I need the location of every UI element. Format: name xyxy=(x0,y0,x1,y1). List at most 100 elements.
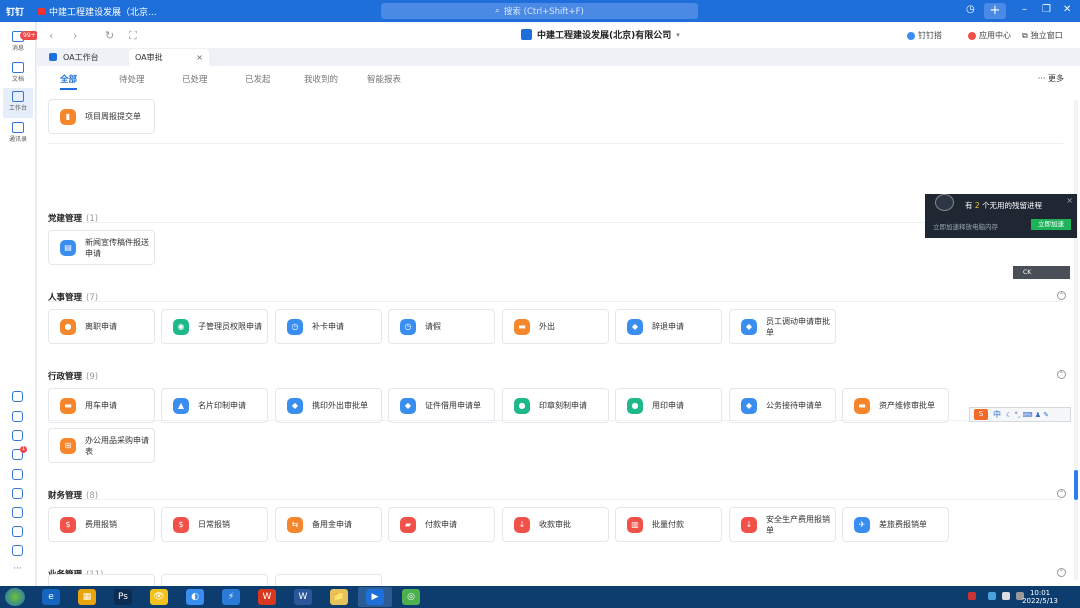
approval-card[interactable]: ◆ 公务接待申请单 xyxy=(729,388,836,423)
ime-tool-icons[interactable]: ☾ °, ⌨ ♟ ✎ xyxy=(1006,411,1049,419)
close-window-icon[interactable]: ✕ xyxy=(1063,4,1071,15)
taskbar-app[interactable]: ▶ xyxy=(358,587,392,607)
ime-toolbar[interactable]: S 中 ☾ °, ⌨ ♟ ✎ xyxy=(969,407,1071,422)
taskbar-app[interactable]: ◎ xyxy=(394,587,428,607)
accelerate-button[interactable]: 立即加速 xyxy=(1031,219,1071,230)
sidebar-item-workbench[interactable]: 工作台 xyxy=(3,88,33,118)
app-center-link[interactable]: 应用中心 xyxy=(968,30,1011,41)
sidebar-item-contacts[interactable]: 通讯录 xyxy=(3,119,33,149)
approval-card-label: 新闻宣传稿件报送申请 xyxy=(85,237,149,258)
history-icon[interactable]: ◷ xyxy=(966,4,975,15)
taskbar-app[interactable]: ▦ xyxy=(70,587,104,607)
filter-tab-pending[interactable]: 待处理 xyxy=(119,73,145,85)
more-menu[interactable]: ··· 更多 xyxy=(1038,73,1064,84)
taskbar-app[interactable]: 👁 xyxy=(142,587,176,607)
box-icon[interactable] xyxy=(12,488,23,499)
approval-card[interactable]: $ 费用报销 xyxy=(48,507,155,542)
sidebar-item-docs[interactable]: 文档 xyxy=(3,59,33,89)
system-clock[interactable]: 10:01 2022/5/13 xyxy=(1022,589,1058,605)
approval-card[interactable]: ✈ 差旅费报销单 xyxy=(842,507,949,542)
approval-card[interactable]: ▥ 批量付款 xyxy=(615,507,722,542)
network-icon[interactable] xyxy=(988,592,996,600)
lightning-icon[interactable] xyxy=(12,469,23,480)
photoshop-icon: Ps xyxy=(114,589,132,605)
new-button[interactable]: + xyxy=(984,3,1006,19)
scrollbar-track[interactable] xyxy=(1074,100,1078,580)
cloud-icon[interactable] xyxy=(12,411,23,422)
restore-icon[interactable]: ❐ xyxy=(1042,4,1051,15)
approval-card[interactable]: ◉ 子管理员权限申请 xyxy=(161,309,268,344)
sidebar-item-messages[interactable]: 消息 99+ xyxy=(3,28,39,58)
collapse-icon[interactable]: ⌃ xyxy=(1057,291,1066,300)
approval-card[interactable]: ● 离职申请 xyxy=(48,309,155,344)
approval-card[interactable]: ◆ 携印外出审批单 xyxy=(275,388,382,423)
approval-card[interactable]: ▬ 外出 xyxy=(502,309,609,344)
minimize-icon[interactable]: – xyxy=(1022,4,1027,15)
approval-card[interactable]: ▬ 资产维修审批单 xyxy=(842,388,949,423)
approval-card[interactable]: ● 印章刻制申请 xyxy=(502,388,609,423)
app-logo[interactable]: 钉钉 xyxy=(6,5,24,18)
approval-card-partial[interactable] xyxy=(275,574,382,586)
forward-icon[interactable]: › xyxy=(73,29,77,42)
approval-card[interactable]: ◷ 请假 xyxy=(388,309,495,344)
approval-card-partial[interactable] xyxy=(161,574,268,586)
floating-toolbar[interactable]: CK xyxy=(1013,266,1070,279)
phone-icon[interactable] xyxy=(12,391,23,402)
more-apps-icon[interactable]: ··· xyxy=(13,564,22,574)
approval-card[interactable]: ▰ 付款申请 xyxy=(388,507,495,542)
approval-card[interactable]: ⇆ 备用金申请 xyxy=(275,507,382,542)
filter-tab-received[interactable]: 我收到的 xyxy=(304,73,338,85)
note-icon[interactable] xyxy=(12,526,23,537)
approval-card[interactable]: ◷ 补卡申请 xyxy=(275,309,382,344)
detach-window-link[interactable]: ⧉ 独立窗口 xyxy=(1022,30,1063,41)
refresh-icon[interactable]: ↻ xyxy=(105,29,114,42)
approval-card-label: 批量付款 xyxy=(652,520,684,529)
taskbar-app[interactable]: W xyxy=(250,587,284,607)
taskbar-app[interactable]: ⚡ xyxy=(214,587,248,607)
dingda-link[interactable]: 钉钉搭 xyxy=(907,30,942,41)
filter-tab-all[interactable]: 全部 xyxy=(60,73,77,85)
back-icon[interactable]: ‹ xyxy=(49,29,53,42)
collapse-icon[interactable]: ⌃ xyxy=(1057,568,1066,577)
section-divider xyxy=(48,222,1063,223)
approval-card[interactable]: ◆ 证件借用申请单 xyxy=(388,388,495,423)
start-button[interactable] xyxy=(5,588,25,606)
approval-card[interactable]: $ 日常报销 xyxy=(161,507,268,542)
collapse-icon[interactable]: ⌃ xyxy=(1057,370,1066,379)
approval-card[interactable]: ◆ 辞退申请 xyxy=(615,309,722,344)
approval-card[interactable]: ◆ 员工调动申请审批单 xyxy=(729,309,836,344)
ime-language[interactable]: 中 xyxy=(993,409,1001,420)
approval-card[interactable]: ↓ 收款审批 xyxy=(502,507,609,542)
tab-oa-workbench[interactable]: OA工作台 xyxy=(43,49,127,66)
volume-icon[interactable] xyxy=(1002,592,1010,600)
approval-card-label: 备用金申请 xyxy=(312,520,352,529)
taskbar-app[interactable]: 📁 xyxy=(322,587,356,607)
close-popup-icon[interactable]: × xyxy=(1066,196,1073,205)
approval-card-partial[interactable] xyxy=(48,574,155,586)
tray-app-icon[interactable] xyxy=(968,592,976,600)
fullscreen-icon[interactable]: ⛶ xyxy=(129,29,137,43)
approval-card[interactable]: ⊞ 办公用品采购申请表 xyxy=(48,428,155,463)
global-search-input[interactable]: ⌕ 搜索 (Ctrl+Shift+F) xyxy=(381,3,698,19)
approval-card[interactable]: ● 用印申请 xyxy=(615,388,722,423)
filter-tab-initiated[interactable]: 已发起 xyxy=(245,73,271,85)
close-tab-icon[interactable]: × xyxy=(196,49,203,66)
collapse-icon[interactable]: ⌃ xyxy=(1057,489,1066,498)
filter-tab-reports[interactable]: 智能报表 xyxy=(367,73,401,85)
taskbar-app[interactable]: ◐ xyxy=(178,587,212,607)
approval-card[interactable]: ↓ 安全生产费用报销单 xyxy=(729,507,836,542)
approval-card[interactable]: ▬ 用车申请 xyxy=(48,388,155,423)
tab-oa-approval[interactable]: OA审批 × xyxy=(129,49,209,66)
approval-card[interactable]: ▮ 项目周报提交单 xyxy=(48,99,155,134)
taskbar-app[interactable]: Ps xyxy=(106,587,140,607)
scrollbar-thumb[interactable] xyxy=(1074,470,1078,500)
bag-icon[interactable] xyxy=(12,545,23,556)
approval-card[interactable]: ▲ 名片印制申请 xyxy=(161,388,268,423)
taskbar-app[interactable]: W xyxy=(286,587,320,607)
taskbar-app[interactable]: e xyxy=(34,587,68,607)
calendar-icon[interactable] xyxy=(12,430,23,441)
company-switcher[interactable]: 中建工程建设发展(北京)有限公司 ▾ xyxy=(521,28,680,41)
mail-icon[interactable] xyxy=(12,507,23,518)
approval-card[interactable]: ▤ 新闻宣传稿件报送申请 xyxy=(48,230,155,265)
filter-tab-processed[interactable]: 已处理 xyxy=(182,73,208,85)
